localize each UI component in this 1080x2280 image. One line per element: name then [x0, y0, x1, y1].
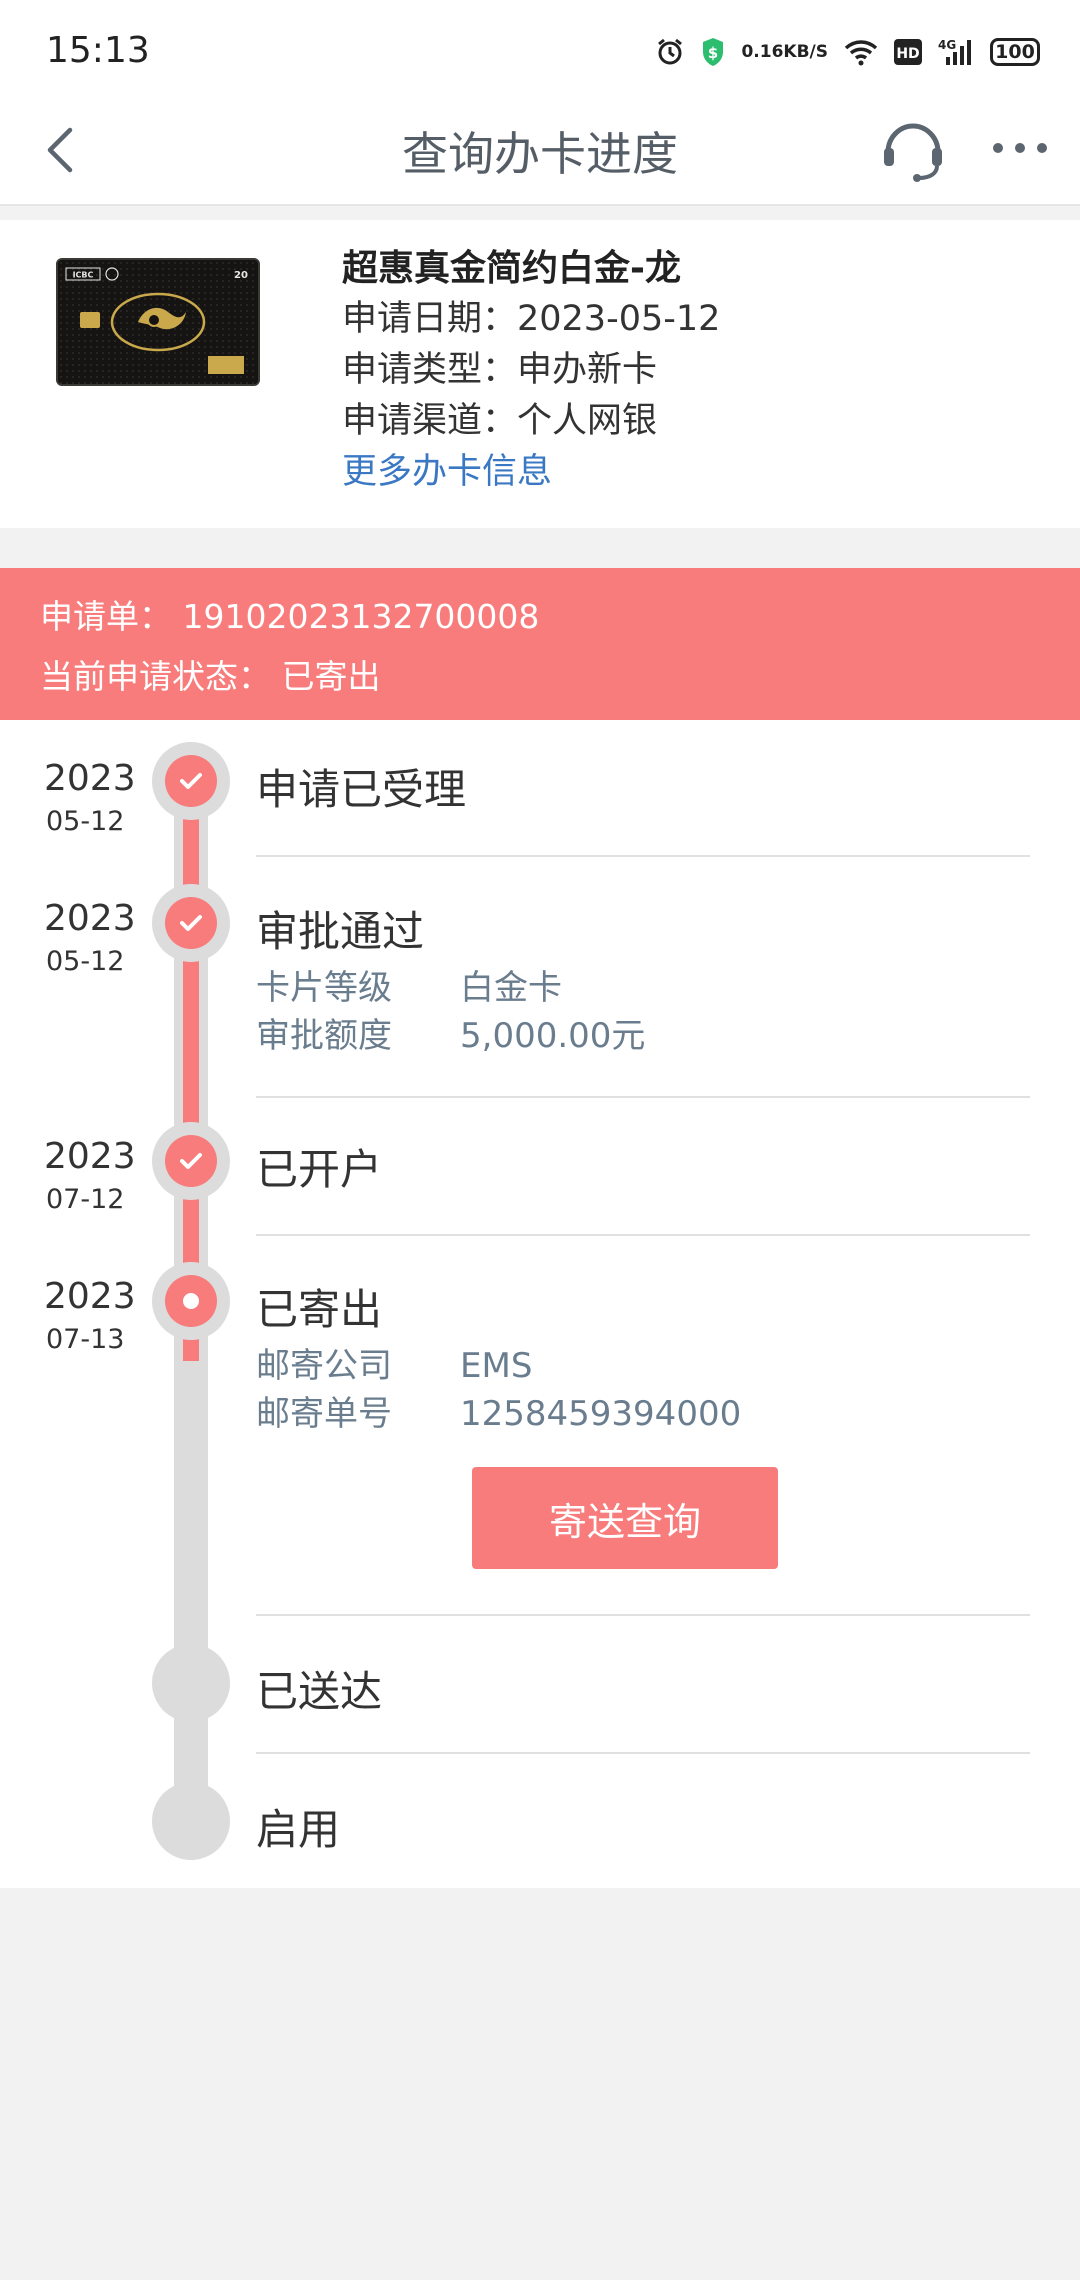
check-icon — [180, 915, 202, 931]
detail-value: 1258459394000 — [460, 1394, 742, 1434]
application-status-banner: 申请单： 19102023132700008 当前申请状态： 已寄出 — [0, 568, 1080, 720]
step-node-done — [152, 742, 230, 820]
hd-icon: HD — [894, 39, 922, 65]
application-number: 申请单： 19102023132700008 — [40, 597, 540, 636]
current-dot-icon — [183, 1293, 199, 1309]
detail-key: 邮寄单号 — [256, 1394, 392, 1434]
status-icons: $ 0.16 KB/S HD 4G 100 — [655, 32, 1040, 72]
step-title: 申请已受理 — [256, 765, 467, 814]
detail-key: 邮寄公司 — [256, 1346, 392, 1386]
detail-value: 5,000.00元 — [460, 1016, 646, 1056]
step-title: 审批通过 — [256, 907, 425, 956]
detail-value: 白金卡 — [460, 968, 562, 1008]
detail-row: 卡片等级 白金卡 — [256, 960, 562, 1009]
signal-icon: 4G — [938, 37, 974, 67]
headset-icon[interactable] — [878, 114, 948, 184]
card-info-panel: ICBC 20 超惠真金简约白金-龙 申请日期：2023-05-12 申请类型：… — [0, 220, 1080, 528]
step-node-pending — [152, 1644, 230, 1722]
svg-text:20: 20 — [234, 270, 248, 281]
detail-row: 审批额度 5,000.00元 — [256, 1008, 645, 1057]
status-time: 15:13 — [46, 30, 150, 71]
status-bar: 15:13 $ 0.16 KB/S HD 4G 100 — [0, 0, 1080, 100]
progress-timeline: 2023 05-12 申请已受理 2023 05-12 审批通过 卡片等级 白金卡… — [0, 720, 1080, 1888]
hd-label: HD — [896, 46, 919, 62]
step-year: 2023 — [44, 898, 136, 939]
step-node-pending — [152, 1782, 230, 1860]
apply-type: 申请类型：申办新卡 — [342, 350, 658, 390]
step-date: 05-12 — [46, 946, 125, 977]
step-year: 2023 — [44, 1136, 136, 1177]
detail-row: 邮寄公司 EMS — [256, 1338, 532, 1387]
more-dots-icon[interactable] — [990, 128, 1050, 168]
step-year: 2023 — [44, 758, 136, 799]
current-status: 当前申请状态： 已寄出 — [40, 657, 381, 696]
step-title: 已寄出 — [256, 1285, 383, 1334]
net-speed-unit: KB/S — [783, 41, 828, 62]
alarm-icon — [655, 37, 685, 67]
shipping-query-button[interactable]: 寄送查询 — [472, 1467, 778, 1569]
divider — [256, 1234, 1030, 1236]
divider — [256, 1096, 1030, 1098]
wifi-icon — [844, 38, 878, 66]
divider — [256, 1752, 1030, 1754]
check-icon — [180, 773, 202, 789]
step-node-done — [152, 884, 230, 962]
detail-value: EMS — [460, 1346, 533, 1386]
detail-key: 审批额度 — [256, 1016, 392, 1056]
apply-date: 申请日期：2023-05-12 — [342, 299, 721, 339]
battery-icon: 100 — [990, 38, 1040, 66]
step-date: 07-13 — [46, 1324, 125, 1355]
step-node-current — [152, 1262, 230, 1340]
divider — [256, 855, 1030, 857]
check-icon — [180, 1153, 202, 1169]
divider — [256, 1614, 1030, 1616]
signal-label: 4G — [938, 38, 956, 52]
step-date: 05-12 — [46, 806, 125, 837]
net-speed-value: 0.16 — [741, 41, 784, 62]
more-card-info-link[interactable]: 更多办卡信息 — [342, 447, 720, 498]
battery-level: 100 — [995, 41, 1035, 63]
detail-row: 邮寄单号 1258459394000 — [256, 1386, 741, 1435]
step-title: 启用 — [256, 1805, 341, 1854]
step-title: 已送达 — [256, 1667, 383, 1716]
step-date: 07-12 — [46, 1184, 125, 1215]
step-year: 2023 — [44, 1276, 136, 1317]
card-brand: ICBC — [73, 271, 94, 280]
credit-card-image: ICBC 20 — [56, 258, 260, 386]
detail-key: 卡片等级 — [256, 968, 392, 1008]
nav-bar: 查询办卡进度 — [0, 100, 1080, 206]
card-details: 超惠真金简约白金-龙 申请日期：2023-05-12 申请类型：申办新卡 申请渠… — [342, 244, 720, 498]
shield-dollar-icon: $ — [701, 37, 725, 67]
net-speed: 0.16 KB/S — [741, 41, 828, 62]
apply-channel: 申请渠道：个人网银 — [342, 401, 658, 441]
card-name: 超惠真金简约白金-龙 — [342, 248, 681, 289]
svg-text:$: $ — [708, 44, 718, 62]
step-node-done — [152, 1122, 230, 1200]
step-title: 已开户 — [256, 1145, 383, 1194]
